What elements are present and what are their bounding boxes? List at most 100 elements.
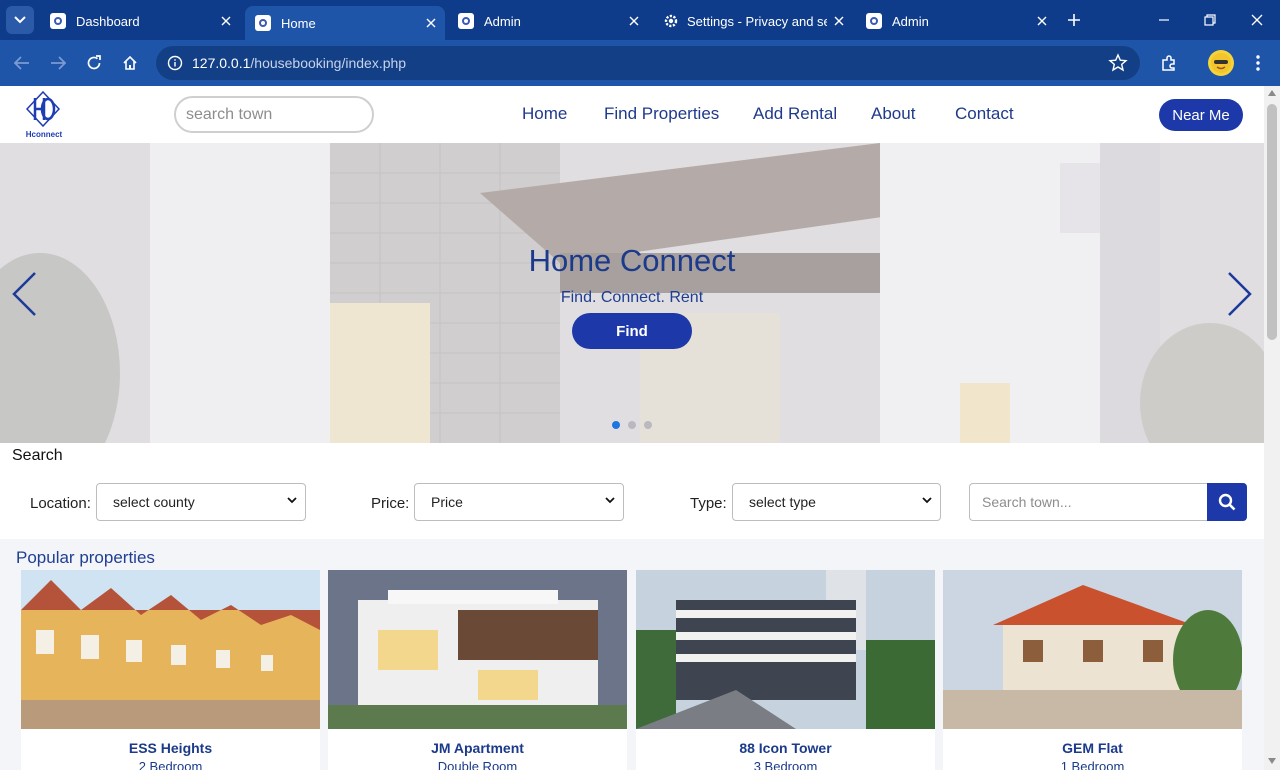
reload-button[interactable] xyxy=(80,49,108,77)
town-search-button[interactable] xyxy=(1207,483,1247,521)
site-logo[interactable]: Hconnect xyxy=(24,90,62,140)
property-image xyxy=(328,570,627,729)
search-heading: Search xyxy=(12,447,63,464)
close-tab-icon[interactable] xyxy=(827,9,851,33)
tab-search-button[interactable] xyxy=(6,6,34,34)
town-search-input[interactable] xyxy=(969,483,1207,521)
site-favicon-icon xyxy=(866,13,882,29)
home-button[interactable] xyxy=(116,49,144,77)
carousel-indicators xyxy=(612,421,652,429)
property-image xyxy=(636,570,935,729)
chevron-down-icon xyxy=(14,16,26,24)
minimize-button[interactable] xyxy=(1152,8,1176,32)
extensions-button[interactable] xyxy=(1156,50,1182,76)
tab-title: Home xyxy=(281,15,316,31)
url-path: /housebooking/index.php xyxy=(250,55,407,71)
site-info-icon[interactable] xyxy=(158,46,192,80)
profile-avatar[interactable] xyxy=(1208,50,1234,76)
price-select[interactable]: Price xyxy=(414,483,624,521)
home-icon xyxy=(123,55,137,70)
logo-mark-icon xyxy=(25,90,61,128)
type-label: Type: xyxy=(690,495,727,512)
close-window-button[interactable] xyxy=(1245,8,1269,32)
nav-link-contact[interactable]: Contact xyxy=(955,104,1014,124)
hero-subtitle: Find. Connect. Rent xyxy=(560,289,704,306)
browser-tab-admin[interactable]: Admin xyxy=(448,6,648,36)
property-card[interactable]: JM Apartment Double Room xyxy=(328,570,627,770)
browser-tab-home[interactable]: Home xyxy=(245,6,445,40)
hero-title: Home Connect xyxy=(528,243,736,278)
close-tab-icon[interactable] xyxy=(419,11,443,35)
chevron-down-icon xyxy=(605,497,615,504)
search-panel: Search Location: select county Price: Pr… xyxy=(0,443,1264,539)
tab-title: Admin xyxy=(892,13,929,29)
browser-tab-admin-2[interactable]: Admin xyxy=(856,6,1056,36)
scroll-down-arrow-icon[interactable] xyxy=(1268,758,1276,764)
property-name: 88 Icon Tower xyxy=(739,740,832,756)
near-me-button[interactable]: Near Me xyxy=(1159,99,1243,131)
nav-link-home[interactable]: Home xyxy=(522,104,567,124)
browser-tab-settings[interactable]: Settings - Privacy and sec xyxy=(653,6,853,36)
nav-link-find-properties[interactable]: Find Properties xyxy=(604,104,719,124)
url-text: 127.0.0.1/housebooking/index.php xyxy=(192,55,406,71)
price-select-value: Price xyxy=(431,494,463,510)
close-tab-icon[interactable] xyxy=(1030,9,1054,33)
header-search-input[interactable] xyxy=(174,96,374,133)
property-type: 3 Bedroom xyxy=(753,759,818,770)
carousel-dot[interactable] xyxy=(644,421,652,429)
location-select-value: select county xyxy=(113,494,195,510)
property-image xyxy=(21,570,320,729)
scrollbar-thumb[interactable] xyxy=(1267,104,1277,340)
carousel-next-icon[interactable] xyxy=(1224,269,1254,319)
bookmark-star-icon[interactable] xyxy=(1108,53,1128,73)
popular-properties-title: Popular properties xyxy=(16,548,155,567)
puzzle-icon xyxy=(1162,55,1175,71)
chevron-down-icon xyxy=(922,497,932,504)
address-bar[interactable]: 127.0.0.1/housebooking/index.php xyxy=(156,46,1140,80)
nav-link-add-rental[interactable]: Add Rental xyxy=(753,104,837,124)
logo-text: Hconnect xyxy=(25,130,63,139)
carousel-dot[interactable] xyxy=(612,421,620,429)
site-favicon-icon xyxy=(255,15,271,31)
browser-tab-dashboard[interactable]: Dashboard xyxy=(40,6,240,36)
restore-button[interactable] xyxy=(1198,8,1222,32)
back-button[interactable] xyxy=(8,49,36,77)
property-type: Double Room xyxy=(437,759,518,770)
new-tab-button[interactable] xyxy=(1062,8,1086,32)
property-card[interactable]: GEM Flat 1 Bedroom xyxy=(943,570,1242,770)
chevron-down-icon xyxy=(287,497,297,504)
minimize-icon xyxy=(1159,19,1169,21)
avatar-icon xyxy=(1211,53,1231,73)
scroll-up-arrow-icon[interactable] xyxy=(1268,90,1276,96)
close-tab-icon[interactable] xyxy=(214,9,238,33)
property-card[interactable]: ESS Heights 2 Bedroom xyxy=(21,570,320,770)
more-vertical-icon xyxy=(1256,55,1260,71)
property-image xyxy=(943,570,1242,729)
close-icon xyxy=(1251,14,1263,26)
popular-properties-section: Popular properties ESS Heights 2 Bedroom xyxy=(0,539,1264,770)
nav-link-about[interactable]: About xyxy=(871,104,915,124)
location-select[interactable]: select county xyxy=(96,483,306,521)
close-tab-icon[interactable] xyxy=(622,9,646,33)
browser-toolbar: 127.0.0.1/housebooking/index.php xyxy=(0,40,1280,86)
location-label: Location: xyxy=(30,495,91,512)
browser-menu-button[interactable] xyxy=(1246,50,1270,76)
hero-find-button[interactable]: Find xyxy=(572,313,692,349)
carousel-dot[interactable] xyxy=(628,421,636,429)
browser-tab-bar: Dashboard Home Admin Settings - Privacy … xyxy=(0,0,1280,40)
reload-icon xyxy=(87,55,101,70)
restore-icon xyxy=(1204,14,1216,26)
carousel-prev-icon[interactable] xyxy=(10,269,40,319)
site-favicon-icon xyxy=(458,13,474,29)
back-arrow-icon xyxy=(14,56,29,70)
property-card[interactable]: 88 Icon Tower 3 Bedroom xyxy=(636,570,935,770)
gear-icon xyxy=(664,14,678,28)
type-select-value: select type xyxy=(749,494,816,510)
page-scrollbar[interactable] xyxy=(1264,86,1280,770)
url-host: 127.0.0.1 xyxy=(192,55,251,71)
tab-title: Settings - Privacy and sec xyxy=(687,13,827,29)
type-select[interactable]: select type xyxy=(732,483,941,521)
plus-icon xyxy=(1068,14,1080,26)
tab-title: Dashboard xyxy=(76,13,140,29)
forward-button[interactable] xyxy=(44,49,72,77)
